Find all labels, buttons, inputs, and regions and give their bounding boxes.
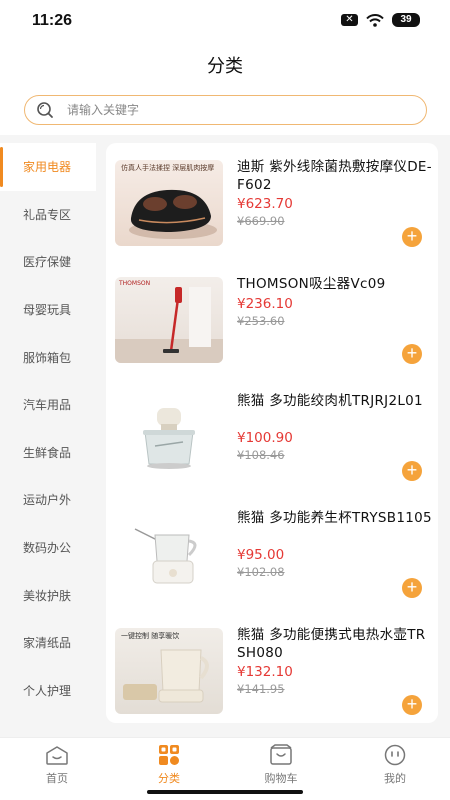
meat-grinder-icon <box>143 408 195 469</box>
sidebar-item-personal-care[interactable]: 个人护理 <box>0 667 96 715</box>
product-card[interactable]: THOMSON THOMSON吸尘器Vc09 ¥236.10 ¥253.60 + <box>106 268 438 385</box>
cart-icon <box>270 744 292 765</box>
sidebar-item-label: 家清纸品 <box>23 636 72 651</box>
status-icons: ✕ 39 <box>341 13 420 27</box>
sidebar-item-label: 医疗保健 <box>23 255 72 270</box>
image-caption: THOMSON <box>118 280 150 287</box>
product-image[interactable]: THOMSON <box>115 277 223 363</box>
sidebar-item-gifts[interactable]: 礼品专区 <box>0 191 96 239</box>
product-original-price: ¥253.60 <box>237 314 285 328</box>
wifi-icon <box>366 13 384 27</box>
product-image[interactable]: 一键控制 随享暖饮 <box>115 628 223 714</box>
tab-label: 我的 <box>384 772 406 785</box>
product-original-price: ¥141.95 <box>237 682 285 696</box>
product-list: 仿真人手法揉捏 深层肌肉按摩 迪斯 紫外线除菌热敷按摩仪DE-F602 ¥623… <box>106 143 438 723</box>
add-to-cart-button[interactable]: + <box>402 461 422 481</box>
category-icon <box>159 745 179 765</box>
product-card[interactable]: 熊猫 多功能养生杯TRYSB1105 ¥95.00 ¥102.08 + <box>106 502 438 619</box>
tab-label: 分类 <box>158 772 180 785</box>
product-card[interactable]: 一键控制 随享暖饮 熊猫 多功能便携式电热水壶TRSH080 ¥132.10 ¥… <box>106 619 438 736</box>
sidebar-item-label: 美妆护肤 <box>23 588 72 603</box>
product-price: ¥100.90 <box>237 430 293 446</box>
sidebar-item-apparel-bags[interactable]: 服饰箱包 <box>0 333 96 381</box>
sidebar-item-outdoor[interactable]: 运动户外 <box>0 476 96 524</box>
sidebar-item-label: 母婴玩具 <box>23 303 72 318</box>
foot-massager-icon: 仿真人手法揉捏 深层肌肉按摩 <box>121 163 217 239</box>
tab-label: 首页 <box>46 772 68 785</box>
product-name[interactable]: 迪斯 紫外线除菌热敷按摩仪DE-F602 <box>237 158 432 194</box>
add-to-cart-button[interactable]: + <box>402 695 422 715</box>
tab-label: 购物车 <box>264 772 298 785</box>
product-name[interactable]: 熊猫 多功能便携式电热水壶TRSH080 <box>237 626 432 662</box>
category-sidebar: 家用电器 礼品专区 医疗保健 母婴玩具 服饰箱包 汽车用品 生鲜食品 运动户外 … <box>0 143 96 714</box>
sidebar-item-home-appliances[interactable]: 家用电器 <box>0 143 96 191</box>
search-input[interactable] <box>67 100 417 120</box>
product-price: ¥95.00 <box>237 547 285 563</box>
add-to-cart-button[interactable]: + <box>402 344 422 364</box>
product-price: ¥236.10 <box>237 296 293 312</box>
sidebar-item-fresh-food[interactable]: 生鲜食品 <box>0 429 96 477</box>
tab-home[interactable]: 首页 <box>22 744 92 786</box>
sidebar-item-label: 汽车用品 <box>23 398 72 413</box>
product-card[interactable]: 仿真人手法揉捏 深层肌肉按摩 迪斯 紫外线除菌热敷按摩仪DE-F602 ¥623… <box>106 151 438 268</box>
product-name[interactable]: 熊猫 多功能养生杯TRYSB1105 <box>237 509 432 527</box>
product-name[interactable]: 熊猫 多功能绞肉机TRJRJ2L01 <box>237 392 432 410</box>
status-time: 11:26 <box>32 12 73 29</box>
product-image[interactable] <box>115 511 223 597</box>
category-content: 家用电器 礼品专区 医疗保健 母婴玩具 服饰箱包 汽车用品 生鲜食品 运动户外 … <box>0 135 450 737</box>
sidebar-item-label: 服饰箱包 <box>23 350 72 365</box>
battery-icon: 39 <box>392 13 420 27</box>
product-price: ¥623.70 <box>237 196 293 212</box>
product-image[interactable]: 仿真人手法揉捏 深层肌肉按摩 <box>115 160 223 246</box>
tab-cart[interactable]: 购物车 <box>246 744 316 786</box>
product-image[interactable] <box>115 394 223 480</box>
tab-category[interactable]: 分类 <box>134 744 204 786</box>
sidebar-item-label: 数码办公 <box>23 541 72 556</box>
status-bar: 11:26 ✕ 39 <box>0 0 450 42</box>
sidebar-item-household-paper[interactable]: 家清纸品 <box>0 619 96 667</box>
search-icon <box>37 102 53 118</box>
page-title: 分类 <box>207 56 243 77</box>
image-caption: 仿真人手法揉捏 深层肌肉按摩 <box>121 163 214 172</box>
add-to-cart-button[interactable]: + <box>402 578 422 598</box>
sidebar-item-label: 家用电器 <box>23 160 72 175</box>
sidebar-item-healthcare[interactable]: 医疗保健 <box>0 238 96 286</box>
vacuum-cleaner-icon: THOMSON <box>115 280 223 363</box>
product-original-price: ¥108.46 <box>237 448 285 462</box>
tab-profile[interactable]: 我的 <box>360 744 430 786</box>
profile-icon <box>384 744 406 766</box>
product-card[interactable]: 熊猫 多功能绞肉机TRJRJ2L01 ¥100.90 ¥108.46 + <box>106 385 438 502</box>
no-sim-icon: ✕ <box>341 14 358 26</box>
health-kettle-icon <box>134 528 197 584</box>
sidebar-item-beauty[interactable]: 美妆护肤 <box>0 571 96 619</box>
sidebar-item-auto[interactable]: 汽车用品 <box>0 381 96 429</box>
sidebar-item-baby-toys[interactable]: 母婴玩具 <box>0 286 96 334</box>
sidebar-item-digital-office[interactable]: 数码办公 <box>0 524 96 572</box>
add-to-cart-button[interactable]: + <box>402 227 422 247</box>
sidebar-item-label: 礼品专区 <box>23 207 72 222</box>
home-icon <box>46 746 68 765</box>
search-bar[interactable] <box>24 95 427 125</box>
sidebar-item-label: 生鲜食品 <box>23 445 72 460</box>
sidebar-item-label: 个人护理 <box>23 683 72 698</box>
product-original-price: ¥102.08 <box>237 565 285 579</box>
product-price: ¥132.10 <box>237 664 293 680</box>
product-original-price: ¥669.90 <box>237 214 285 228</box>
image-caption: 一键控制 随享暖饮 <box>121 631 179 640</box>
sidebar-item-label: 运动户外 <box>23 493 72 508</box>
home-indicator[interactable] <box>147 790 303 794</box>
electric-kettle-icon: 一键控制 随享暖饮 <box>121 631 209 703</box>
product-name[interactable]: THOMSON吸尘器Vc09 <box>237 275 432 293</box>
